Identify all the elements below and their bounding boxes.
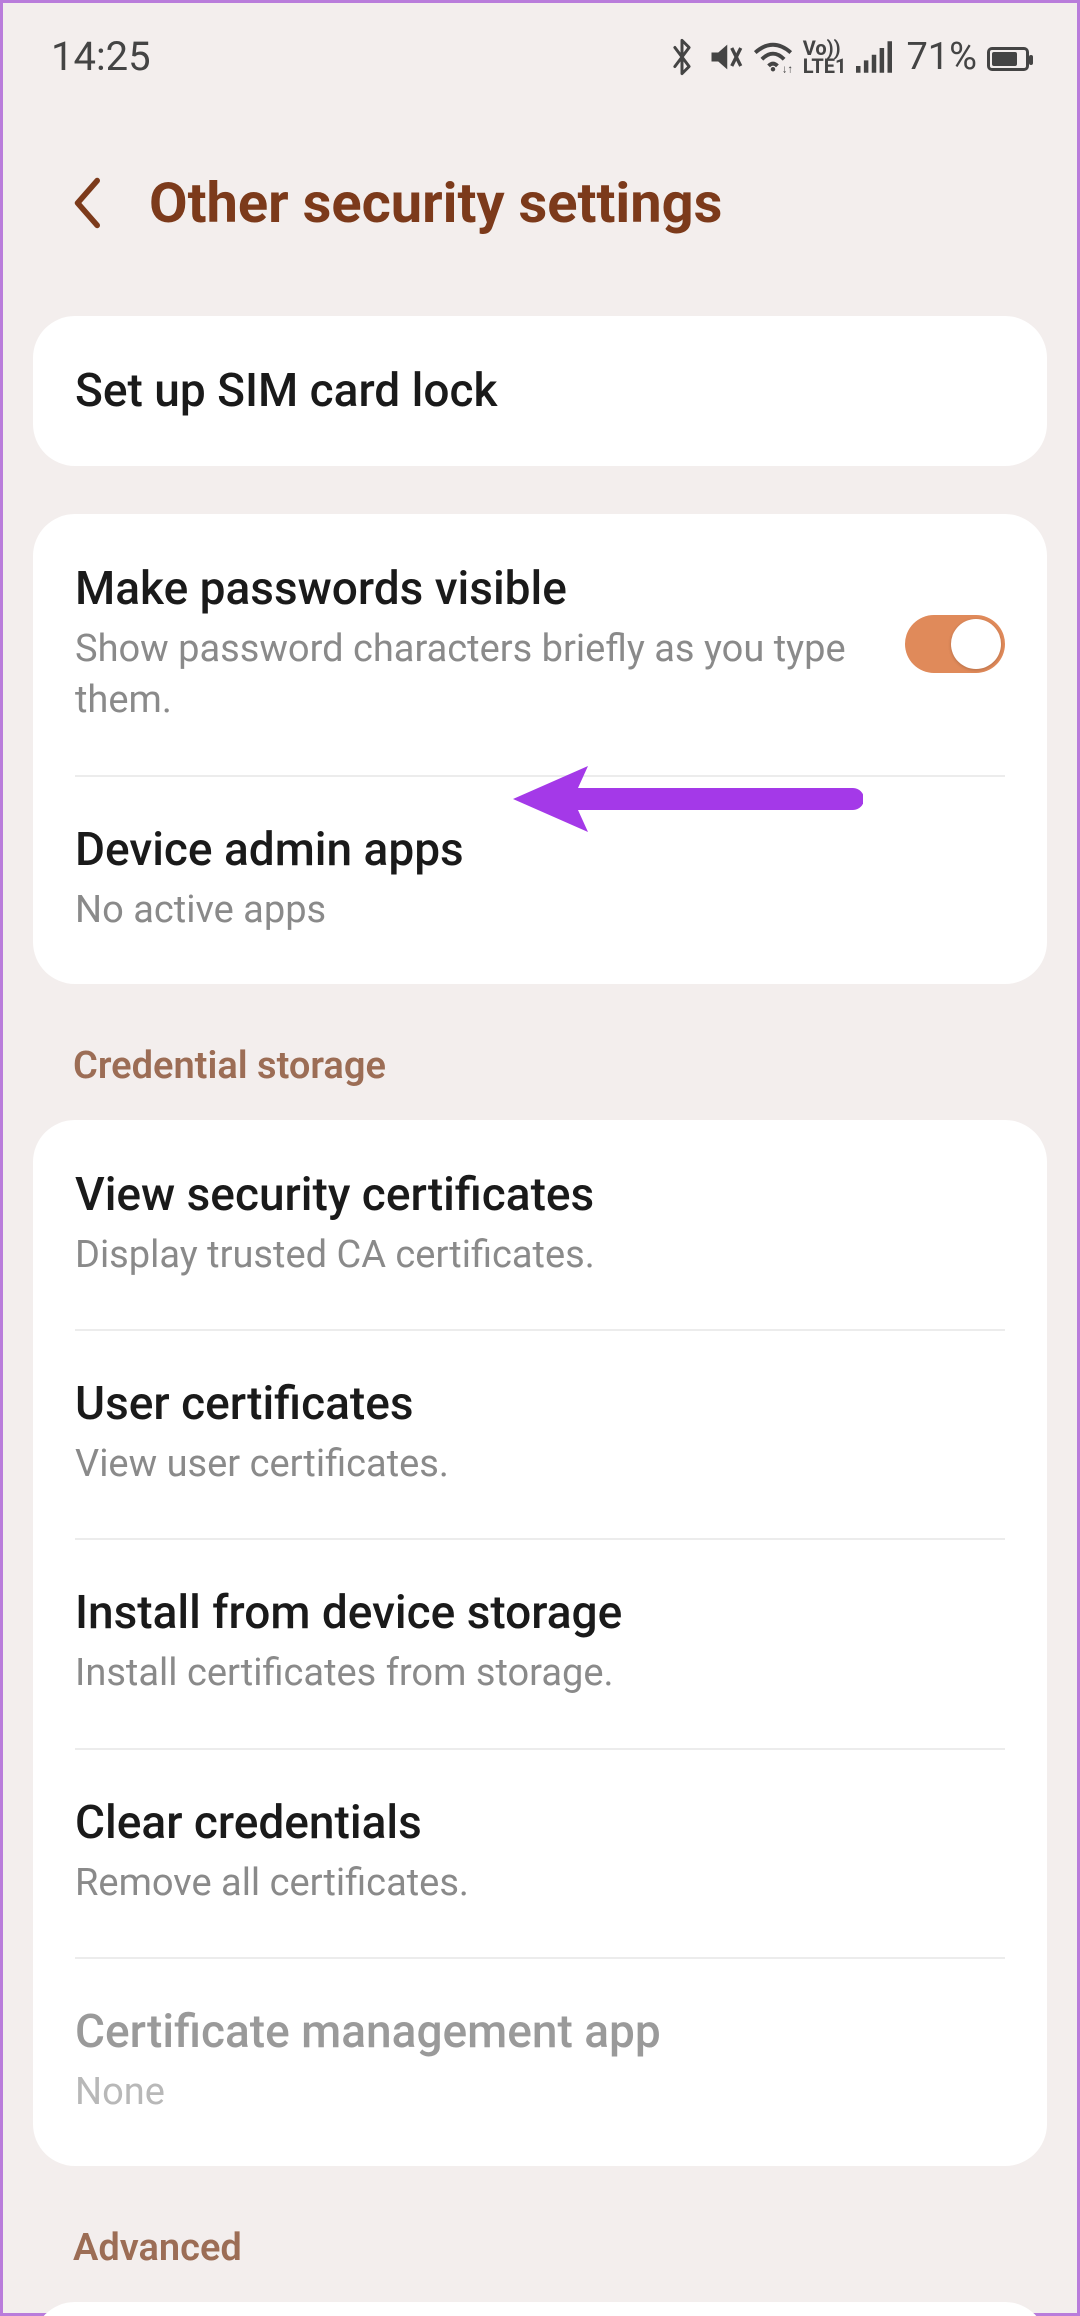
row-subtitle: View user certificates. (75, 1439, 1005, 1490)
header: Other security settings (3, 100, 1077, 316)
page-title: Other security settings (149, 170, 722, 236)
bluetooth-icon (667, 38, 697, 76)
row-title: Make passwords visible (75, 562, 875, 616)
row-sim-card-lock[interactable]: Set up SIM card lock (33, 316, 1047, 466)
mute-icon (707, 39, 743, 75)
volte-icon: Vo))LTE1 (803, 39, 847, 75)
row-subtitle: Show password characters briefly as you … (75, 624, 875, 727)
row-subtitle: Display trusted CA certificates. (75, 1230, 1005, 1281)
row-title: Certificate management app (75, 2005, 1005, 2059)
battery-icon (987, 33, 1029, 80)
status-time: 14:25 (51, 33, 151, 80)
row-view-security-certificates[interactable]: View security certificates Display trust… (33, 1120, 1047, 1329)
row-trust-agents[interactable]: Trust agents Perform selected actions wh… (33, 2302, 1047, 2316)
row-subtitle: Install certificates from storage. (75, 1648, 1005, 1699)
wifi-icon: ↓↑ (753, 41, 793, 73)
toggle-passwords-visible[interactable] (905, 615, 1005, 673)
row-subtitle: No active apps (75, 885, 1005, 936)
row-title: Clear credentials (75, 1796, 1005, 1850)
toggle-knob (951, 619, 1001, 669)
battery-percent: 71% (906, 35, 977, 79)
row-certificate-management-app: Certificate management app None (33, 1957, 1047, 2166)
row-title: Install from device storage (75, 1586, 1005, 1640)
row-install-from-storage[interactable]: Install from device storage Install cert… (33, 1538, 1047, 1747)
card-sim: Set up SIM card lock (33, 316, 1047, 466)
svg-text:↓↑: ↓↑ (782, 62, 793, 72)
section-credential-storage: Credential storage (3, 1032, 1077, 1120)
card-advanced: Trust agents Perform selected actions wh… (33, 2302, 1047, 2316)
signal-icon (856, 41, 892, 73)
card-credential-storage: View security certificates Display trust… (33, 1120, 1047, 2166)
row-device-admin-apps[interactable]: Device admin apps No active apps (33, 775, 1047, 984)
card-passwords-admin: Make passwords visible Show password cha… (33, 514, 1047, 984)
row-user-certificates[interactable]: User certificates View user certificates… (33, 1329, 1047, 1538)
section-advanced: Advanced (3, 2214, 1077, 2302)
row-subtitle: Remove all certificates. (75, 1858, 1005, 1909)
status-bar: 14:25 ↓↑ Vo))LTE1 71% (3, 3, 1077, 100)
chevron-left-icon (67, 175, 105, 231)
row-clear-credentials[interactable]: Clear credentials Remove all certificate… (33, 1748, 1047, 1957)
back-button[interactable] (63, 180, 109, 226)
row-title: View security certificates (75, 1168, 1005, 1222)
row-passwords-visible[interactable]: Make passwords visible Show password cha… (33, 514, 1047, 775)
row-title: Device admin apps (75, 823, 1005, 877)
row-title: User certificates (75, 1377, 1005, 1431)
status-icons: ↓↑ Vo))LTE1 71% (667, 33, 1029, 80)
row-title: Set up SIM card lock (75, 364, 1005, 418)
row-subtitle: None (75, 2067, 1005, 2118)
